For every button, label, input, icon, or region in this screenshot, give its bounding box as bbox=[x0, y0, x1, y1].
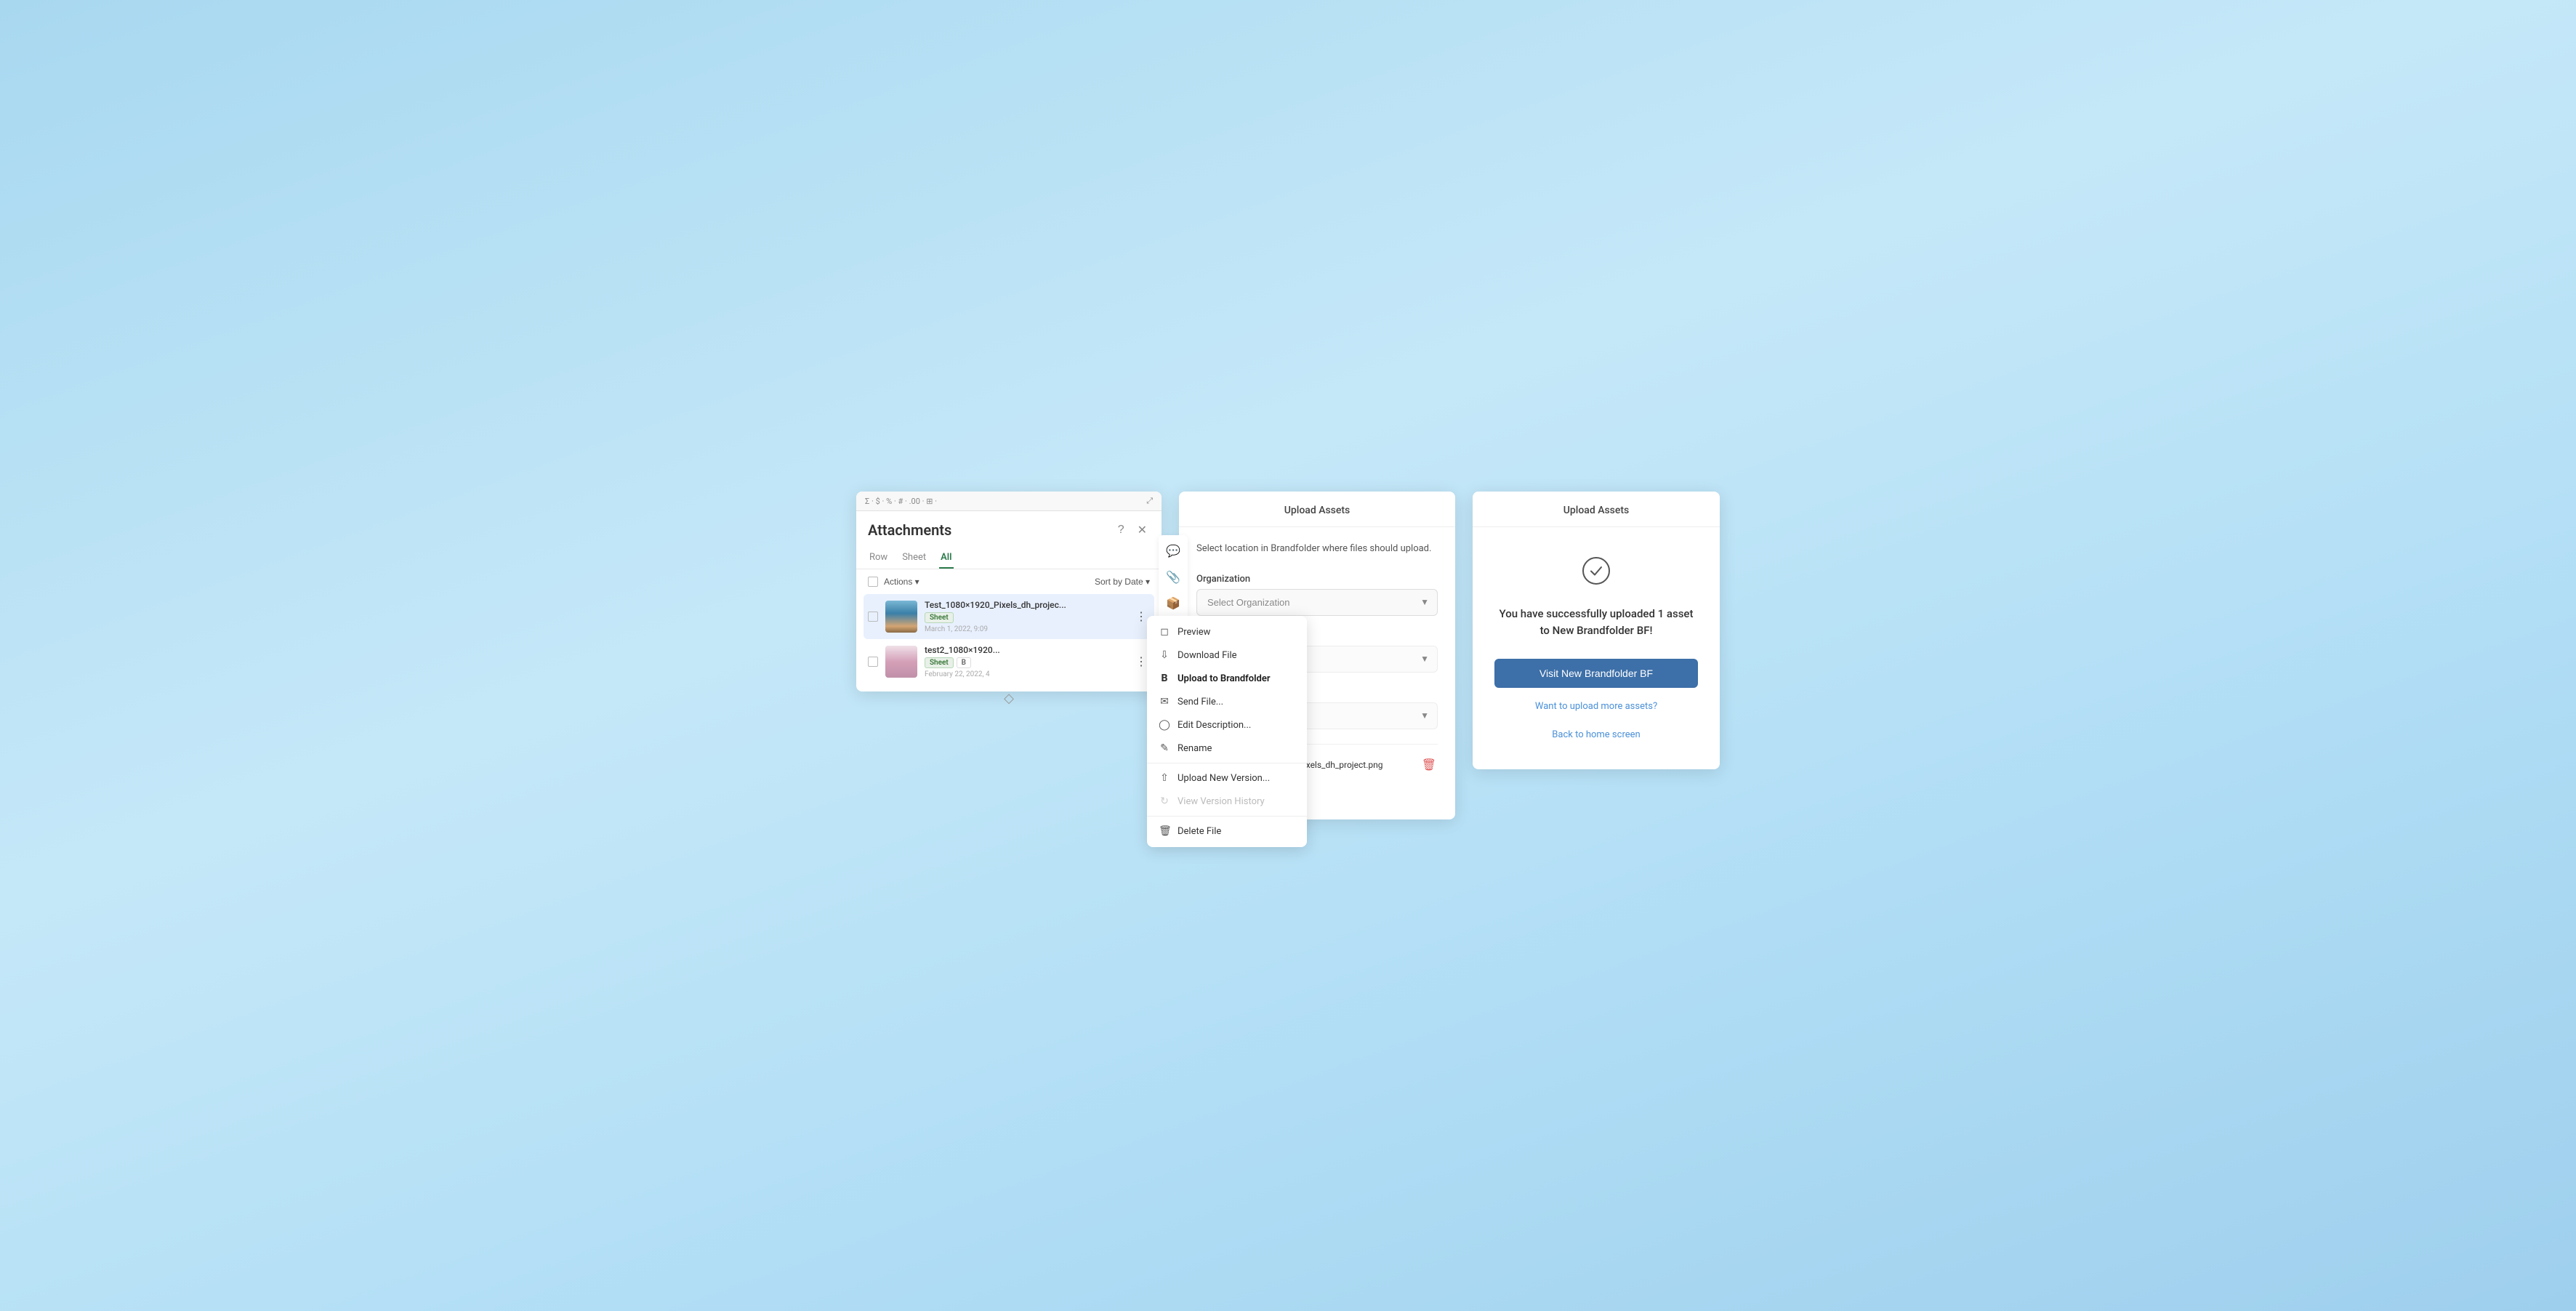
close-icon[interactable]: ✕ bbox=[1135, 521, 1150, 539]
attachment-thumbnail bbox=[885, 646, 917, 678]
b-badge: B bbox=[957, 657, 971, 668]
success-panel: Upload Assets You have successfully uplo… bbox=[1473, 492, 1720, 769]
upload-description: Select location in Brandfolder where fil… bbox=[1196, 542, 1438, 556]
attachment-name: Test_1080×1920_Pixels_dh_projec... bbox=[925, 600, 1125, 610]
tab-row[interactable]: Row bbox=[868, 548, 889, 569]
success-header: Upload Assets bbox=[1473, 492, 1720, 527]
organization-select[interactable]: Select Organization bbox=[1196, 589, 1438, 616]
toolbar-left: Actions ▾ bbox=[868, 577, 919, 587]
inbox-icon[interactable]: 📦 bbox=[1163, 593, 1183, 614]
send-icon: ✉ bbox=[1159, 696, 1170, 707]
organization-label: Organization bbox=[1196, 574, 1438, 585]
attachment-date: March 1, 2022, 9:09 bbox=[925, 625, 1125, 633]
attachments-panel: Σ · $ · % · # · .00 · ⊞ · ⤢ Attachments … bbox=[856, 492, 1162, 691]
back-to-home-link[interactable]: Back to home screen bbox=[1552, 729, 1640, 740]
attachment-icon[interactable]: 📎 bbox=[1163, 567, 1183, 588]
select-all-checkbox[interactable] bbox=[868, 577, 878, 587]
upload-more-link[interactable]: Want to upload more assets? bbox=[1535, 701, 1657, 712]
ctx-rename[interactable]: ✎ Rename bbox=[1147, 737, 1307, 760]
row-checkbox[interactable] bbox=[868, 657, 878, 667]
ctx-send-label: Send File... bbox=[1178, 697, 1223, 707]
sheet-badge: Sheet bbox=[925, 612, 954, 623]
ctx-edit-label: Edit Description... bbox=[1178, 720, 1251, 731]
chat-icon[interactable]: 💬 bbox=[1163, 541, 1183, 561]
attachments-tabs: Row Sheet All bbox=[856, 545, 1162, 569]
organization-field: Organization Select Organization ▼ bbox=[1196, 574, 1438, 616]
brandfolder-icon: B bbox=[1159, 673, 1170, 684]
ctx-rename-label: Rename bbox=[1178, 743, 1212, 754]
header-icons: ? ✕ bbox=[1115, 521, 1150, 539]
spreadsheet-bar: Σ · $ · % · # · .00 · ⊞ · ⤢ bbox=[856, 492, 1162, 511]
visit-brandfolder-button[interactable]: Visit New Brandfolder BF bbox=[1494, 659, 1698, 688]
organization-select-wrapper: Select Organization ▼ bbox=[1196, 589, 1438, 616]
success-message: You have successfully uploaded 1 asset t… bbox=[1494, 606, 1698, 638]
ctx-version-history-label: View Version History bbox=[1178, 796, 1265, 807]
bottom-diamond-icon: ◇ bbox=[1004, 691, 1014, 706]
help-icon[interactable]: ? bbox=[1115, 522, 1127, 538]
expand-icon[interactable]: ⤢ bbox=[1146, 496, 1153, 506]
tab-sheet[interactable]: Sheet bbox=[901, 548, 927, 569]
upload-assets-header: Upload Assets bbox=[1179, 492, 1455, 527]
attachment-name: test2_1080×1920... bbox=[925, 645, 1125, 655]
attachments-toolbar: Actions ▾ Sort by Date ▾ bbox=[856, 569, 1162, 594]
sort-button[interactable]: Sort by Date ▾ bbox=[1095, 577, 1150, 587]
success-body: You have successfully uploaded 1 asset t… bbox=[1473, 527, 1720, 769]
ctx-delete-label: Delete File bbox=[1178, 826, 1221, 837]
context-menu: ◻ Preview ⇩ Download File B Upload to Br… bbox=[1147, 616, 1307, 847]
ctx-preview[interactable]: ◻ Preview bbox=[1147, 620, 1307, 644]
ctx-delete[interactable]: 🗑 Delete File bbox=[1147, 819, 1307, 843]
sheet-badge: Sheet bbox=[925, 657, 954, 668]
attachments-title: Attachments bbox=[868, 521, 951, 539]
attachment-date: February 22, 2022, 4 bbox=[925, 670, 1125, 678]
actions-button[interactable]: Actions ▾ bbox=[884, 577, 919, 587]
ctx-upload-label: Upload to Brandfolder bbox=[1178, 673, 1271, 684]
preview-icon: ◻ bbox=[1159, 626, 1170, 638]
attachment-info: test2_1080×1920... Sheet B February 22, … bbox=[925, 645, 1125, 678]
version-history-icon: ↻ bbox=[1159, 795, 1170, 807]
ctx-download-label: Download File bbox=[1178, 650, 1237, 661]
attachment-info: Test_1080×1920_Pixels_dh_projec... Sheet… bbox=[925, 600, 1125, 633]
ctx-send-file[interactable]: ✉ Send File... bbox=[1147, 690, 1307, 713]
spreadsheet-icons: Σ · $ · % · # · .00 · ⊞ · bbox=[865, 497, 937, 506]
attachment-list: Test_1080×1920_Pixels_dh_projec... Sheet… bbox=[856, 594, 1162, 691]
delete-icon: 🗑 bbox=[1159, 825, 1170, 837]
ctx-edit-desc[interactable]: ◯ Edit Description... bbox=[1147, 713, 1307, 737]
table-row[interactable]: Test_1080×1920_Pixels_dh_projec... Sheet… bbox=[864, 594, 1154, 639]
rename-icon: ✎ bbox=[1159, 742, 1170, 754]
row-checkbox[interactable] bbox=[868, 612, 878, 622]
edit-desc-icon: ◯ bbox=[1159, 719, 1170, 731]
attachment-badges: Sheet bbox=[925, 612, 1125, 623]
ctx-upload-version[interactable]: ⇧ Upload New Version... bbox=[1147, 766, 1307, 790]
delete-asset-button[interactable]: 🗑 bbox=[1420, 756, 1438, 774]
download-icon: ⇩ bbox=[1159, 649, 1170, 661]
ctx-upload-brandfolder[interactable]: B Upload to Brandfolder bbox=[1147, 667, 1307, 690]
ctx-download[interactable]: ⇩ Download File bbox=[1147, 644, 1307, 667]
ctx-version-history: ↻ View Version History bbox=[1147, 790, 1307, 813]
ctx-upload-version-label: Upload New Version... bbox=[1178, 773, 1270, 784]
upload-version-icon: ⇧ bbox=[1159, 772, 1170, 784]
ctx-preview-label: Preview bbox=[1178, 627, 1210, 638]
table-row[interactable]: test2_1080×1920... Sheet B February 22, … bbox=[864, 639, 1154, 684]
tab-all[interactable]: All bbox=[939, 548, 953, 569]
checkmark-circle-icon bbox=[1582, 556, 1611, 585]
divider-2 bbox=[1147, 816, 1307, 817]
attachment-badges: Sheet B bbox=[925, 657, 1125, 668]
success-icon bbox=[1582, 556, 1611, 591]
attachments-header: Attachments ? ✕ bbox=[856, 511, 1162, 545]
attachment-thumbnail bbox=[885, 601, 917, 633]
